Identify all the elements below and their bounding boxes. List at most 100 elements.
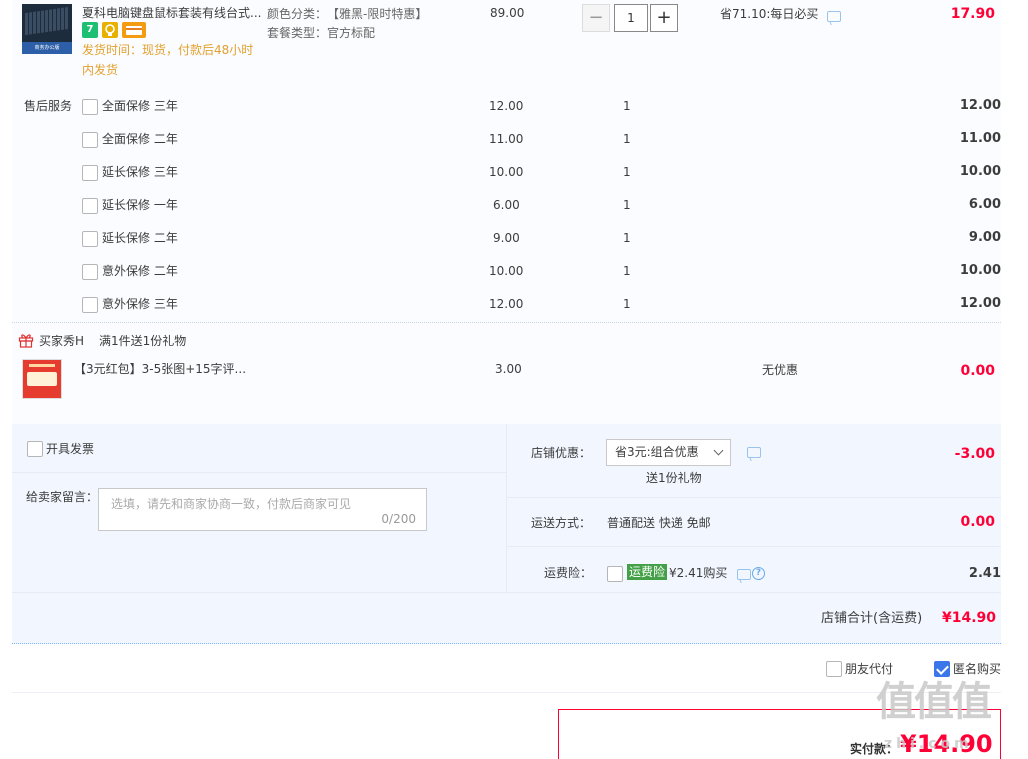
service-name: 全面保修 二年 [102,132,178,146]
insurance-tag: 运费险 [627,564,668,580]
shop-discount-amount: -3.00 [954,446,995,462]
invoice-label: 开具发票 [46,442,95,456]
chevron-down-icon [713,445,724,456]
product-subtotal: 17.90 [950,6,995,22]
keyboard-graphic [25,6,69,36]
service-name: 全面保修 三年 [102,99,178,113]
service-checkbox[interactable] [82,264,98,280]
question-icon[interactable]: ? [752,567,765,580]
quantity-stepper: − 1 + [582,4,678,32]
product-promo: 省71.10:每日必买 [720,7,819,21]
message-icon[interactable] [737,569,751,580]
service-checkbox[interactable] [82,297,98,313]
service-name: 意外保修 三年 [102,297,178,311]
insurance-checkbox[interactable] [607,566,623,582]
gift-shop-name[interactable]: 买家秀H [39,333,84,349]
thumbnail-decoration [27,372,57,386]
service-checkbox[interactable] [82,99,98,115]
divider [12,472,506,473]
attr-color-value: 【雅黑-限时特惠】 [327,7,428,21]
guarantee-icon [102,22,118,38]
message-label: 给卖家留言： [26,490,99,504]
service-checkbox[interactable] [82,165,98,181]
product-thumbnail[interactable]: 商务办公版 [22,4,72,54]
after-sales-label: 售后服务 [24,99,73,113]
shop-total-value: ¥14.90 [941,610,996,626]
service-price: 6.00 [493,198,520,212]
service-price: 11.00 [489,132,524,146]
attr-color-label: 颜色分类： [267,7,328,21]
shop-discount-select[interactable]: 省3元:组合优惠 [606,439,731,466]
service-price: 10.00 [489,165,524,179]
service-checkbox[interactable] [82,132,98,148]
divider [506,424,507,592]
shop-discount-label: 店铺优惠： [531,446,592,460]
shop-total-label: 店铺合计(含运费) [821,611,923,626]
watermark-url: zhi.com [884,736,973,752]
increment-button[interactable]: + [650,4,678,32]
ship-time-line2: 内发货 [82,63,119,77]
friend-pay-checkbox[interactable] [826,661,842,677]
gift-price: 3.00 [495,362,522,376]
service-checkbox[interactable] [82,198,98,214]
message-icon[interactable] [747,447,761,458]
gift-subtotal: 0.00 [960,363,995,379]
service-qty: 1 [623,132,631,146]
service-sum: 9.00 [968,230,1001,245]
service-name: 延长保修 三年 [102,165,178,179]
friend-pay-label: 朋友代付 [845,662,894,676]
message-char-count: 0/200 [381,512,416,526]
service-price: 9.00 [493,231,520,245]
attr-package-label: 套餐类型： [267,26,328,40]
service-sum: 6.00 [968,197,1001,212]
service-sum: 12.00 [959,98,1001,113]
watermark-logo: 值值值 [876,679,992,725]
gift-icon [18,334,34,348]
service-name: 延长保修 二年 [102,231,178,245]
insurance-label: 运费险： [544,566,593,580]
delivery-amount: 0.00 [960,514,995,530]
service-qty: 1 [623,231,631,245]
gift-promo: 无优惠 [762,363,799,377]
service-name: 意外保修 二年 [102,264,178,278]
anonymous-checkbox[interactable] [934,661,950,677]
message-icon[interactable] [827,11,841,22]
divider [506,546,1001,547]
invoice-checkbox[interactable] [27,441,43,457]
gift-thumbnail[interactable] [22,359,62,399]
anonymous-label: 匿名购买 [953,662,1002,676]
credit-card-icon [122,22,146,38]
shop-discount-value: 省3元:组合优惠 [615,445,699,459]
seller-message-input[interactable]: 选填，请先和商家协商一致，付款后商家可见 0/200 [98,488,427,531]
divider [12,692,1001,693]
service-qty: 1 [623,297,631,311]
insurance-amount: 2.41 [968,566,1001,581]
seven-day-return-icon: 7 [82,22,98,38]
service-checkbox[interactable] [82,231,98,247]
shop-discount-gift: 送1份礼物 [646,471,702,485]
service-sum: 12.00 [959,296,1001,311]
service-sum: 10.00 [959,164,1001,179]
product-price: 89.00 [490,6,525,20]
delivery-value: 普通配送 快递 免邮 [607,516,711,530]
insurance-price: ¥2.41购买 [669,566,728,580]
service-price: 10.00 [489,264,524,278]
service-qty: 1 [623,165,631,179]
divider [12,592,1001,593]
gift-rule: 满1件送1份礼物 [99,334,187,348]
decrement-button[interactable]: − [582,4,610,32]
service-name: 延长保修 一年 [102,198,178,212]
service-qty: 1 [623,198,631,212]
message-placeholder: 选填，请先和商家协商一致，付款后商家可见 [111,497,352,511]
quantity-input[interactable]: 1 [614,4,648,32]
gift-item-title[interactable]: 【3元红包】3-5张图+15字评... [74,361,246,377]
ship-time-line1: 发货时间：现货，付款后48小时 [82,43,254,57]
service-qty: 1 [623,264,631,278]
thumbnail-decoration [29,364,55,367]
attr-package-value: 官方标配 [327,26,376,40]
divider [506,497,1001,498]
service-sum: 11.00 [959,131,1001,146]
delivery-label: 运送方式： [531,516,592,530]
service-qty: 1 [623,99,631,113]
product-title[interactable]: 夏科电脑键盘鼠标套装有线台式... [82,5,261,21]
